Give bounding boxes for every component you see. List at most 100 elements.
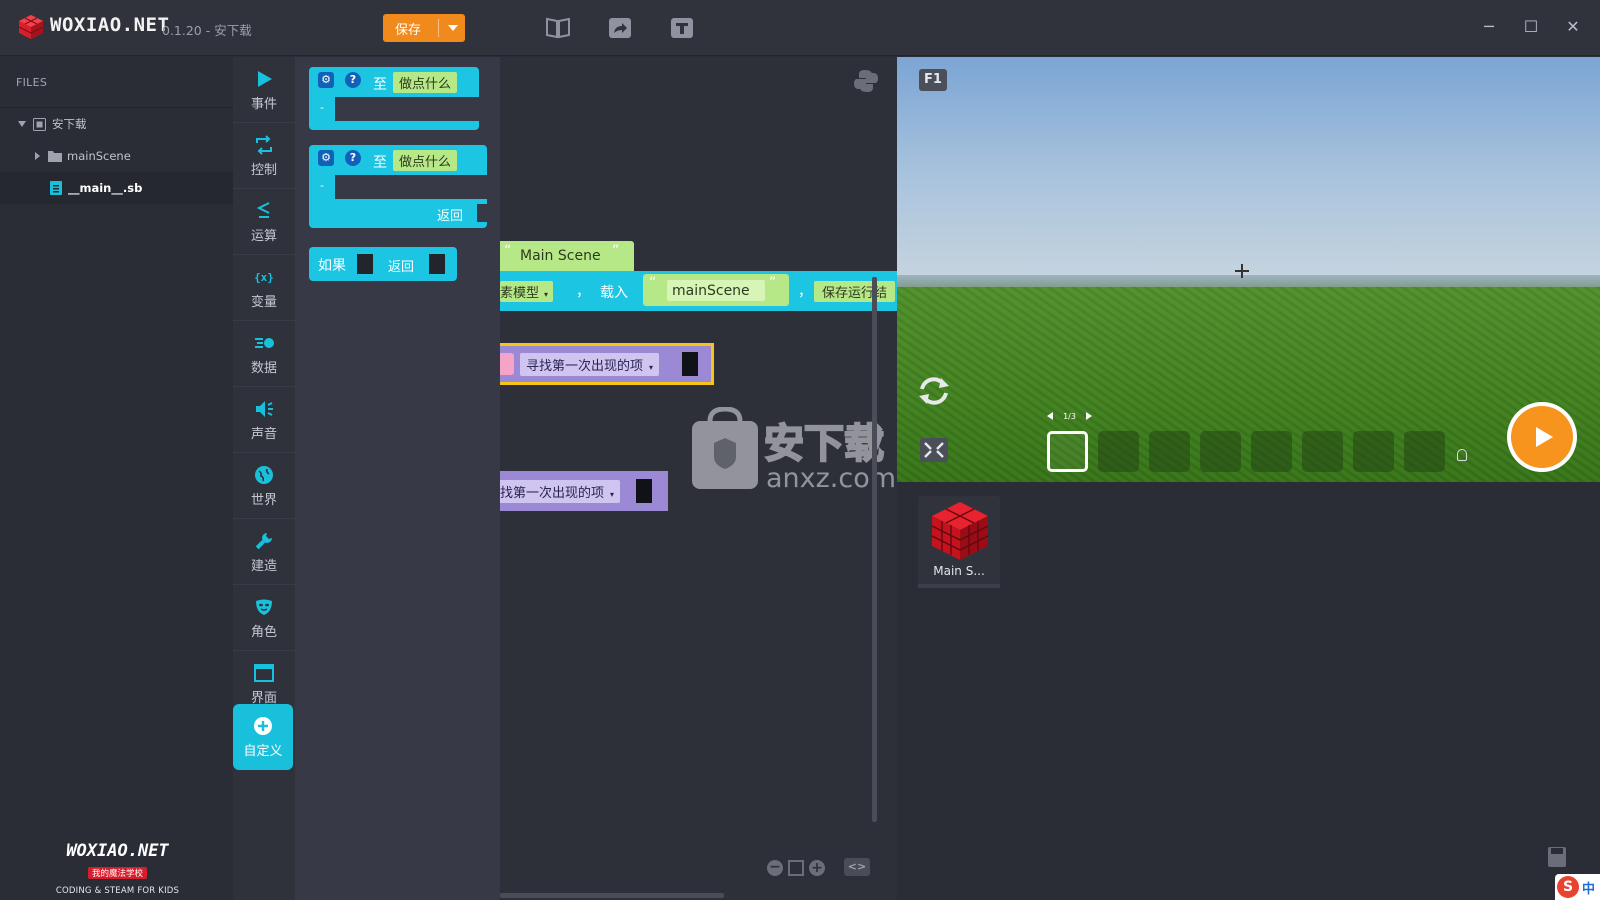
hotbar-slot[interactable] xyxy=(1302,431,1343,472)
tree-item-project[interactable]: 安下载 xyxy=(0,108,233,140)
hotbar-slot[interactable] xyxy=(1098,431,1139,472)
watermark-logo: 安下载 anxz.com xyxy=(692,407,896,494)
share-icon[interactable] xyxy=(607,16,633,40)
category-data[interactable]: 数据 xyxy=(233,321,295,387)
help-icon[interactable]: ? xyxy=(345,72,361,88)
hotbar-slot[interactable] xyxy=(1353,431,1394,472)
close-quote-icon: ” xyxy=(612,243,620,259)
speaker-icon xyxy=(256,400,273,417)
category-control[interactable]: 控制 xyxy=(233,123,295,189)
minimize-button[interactable]: ─ xyxy=(1478,16,1500,38)
asset-item[interactable]: Main S... xyxy=(918,496,1000,588)
hotbar-slot[interactable] xyxy=(1251,431,1292,472)
comma-label: ， xyxy=(798,284,812,300)
category-sound[interactable]: 声音 xyxy=(233,387,295,453)
prev-page-icon[interactable] xyxy=(1047,412,1053,420)
tree-label: 安下载 xyxy=(52,117,87,131)
block-if-label: 如果 xyxy=(318,258,346,274)
save-button-label: 保存 xyxy=(395,22,422,38)
block-to-label: 至 xyxy=(373,155,387,171)
hand-icon[interactable] xyxy=(1457,449,1467,461)
find-first-dropdown[interactable]: 找第一次出现的项 ▾ xyxy=(500,480,621,503)
collapse-arrow-icon[interactable] xyxy=(35,152,40,160)
value-slot[interactable] xyxy=(429,254,445,274)
horizontal-scrollbar[interactable] xyxy=(500,893,724,898)
code-view-icon[interactable]: <> xyxy=(844,858,870,876)
category-events[interactable]: 事件 xyxy=(233,57,295,123)
hotbar-slot[interactable] xyxy=(1047,431,1088,472)
define-procedure-block[interactable]: ⚙ ? 至 做点什么 - xyxy=(309,67,479,130)
value-slot[interactable] xyxy=(636,479,652,503)
scene-name-string[interactable]: “ mainScene ” xyxy=(643,274,789,306)
save-result-field[interactable]: 保存运行结 xyxy=(814,281,896,302)
close-button[interactable]: ✕ xyxy=(1562,16,1584,38)
ime-indicator[interactable]: S 中 xyxy=(1555,874,1600,900)
category-build[interactable]: 建造 xyxy=(233,519,295,585)
hotbar-slot[interactable] xyxy=(1404,431,1445,472)
gear-icon[interactable]: ⚙ xyxy=(318,72,334,88)
file-icon xyxy=(50,181,62,195)
find-first-label: 寻找第一次出现的项 xyxy=(526,359,644,374)
zoom-out-button[interactable]: − xyxy=(767,860,783,876)
load-scene-block[interactable]: 素模型 ▾ ， 载入 “ mainScene ” ， 保存运行结 xyxy=(500,271,897,311)
play-button[interactable] xyxy=(1507,402,1577,472)
expand-arrow-icon[interactable] xyxy=(18,121,26,127)
category-label: 控制 xyxy=(250,162,277,178)
grass-ground xyxy=(897,287,1600,482)
refresh-icon[interactable] xyxy=(917,375,951,407)
tree-item-main-sb[interactable]: __main__.sb xyxy=(0,172,233,204)
category-label: 建造 xyxy=(250,558,277,574)
code-workspace[interactable]: “ Main Scene ” 素模型 ▾ ， 载入 “ mainScene ” ，… xyxy=(500,57,897,900)
category-operators[interactable]: 运算 xyxy=(233,189,295,255)
block-return-label: 返回 xyxy=(437,209,464,224)
play-icon xyxy=(1536,427,1553,447)
define-procedure-return-block[interactable]: ⚙ ? 至 做点什么 - 返回 xyxy=(309,145,487,228)
if-return-block[interactable]: 如果 返回 xyxy=(309,247,457,281)
hotbar-page-indicator[interactable]: 1/3 xyxy=(1047,409,1092,423)
maximize-button[interactable]: ☐ xyxy=(1520,16,1542,38)
f1-badge[interactable]: F1 xyxy=(919,69,947,91)
page-indicator-text: 1/3 xyxy=(1063,411,1076,421)
text-icon[interactable] xyxy=(669,16,695,40)
find-first-block[interactable]: 找第一次出现的项 ▾ xyxy=(500,471,668,511)
next-page-icon[interactable] xyxy=(1086,412,1092,420)
category-label: 变量 xyxy=(250,294,277,310)
find-first-dropdown[interactable]: 寻找第一次出现的项 ▾ xyxy=(520,353,660,376)
save-dropdown-icon[interactable] xyxy=(448,25,458,31)
list-slot[interactable] xyxy=(500,353,514,375)
category-label: 世界 xyxy=(250,492,277,508)
value-slot[interactable] xyxy=(682,352,698,376)
category-custom[interactable]: 自定义 xyxy=(233,704,293,770)
scene-preview[interactable]: F1 1/3 xyxy=(897,57,1600,482)
find-first-block-selected[interactable]: 寻找第一次出现的项 ▾ xyxy=(500,343,714,385)
python-icon[interactable] xyxy=(853,69,879,93)
model-dropdown[interactable]: 素模型 ▾ xyxy=(500,281,554,302)
category-variables[interactable]: {x} 变量 xyxy=(233,255,295,321)
procedure-name-field[interactable]: 做点什么 xyxy=(393,72,458,93)
ime-mode: 中 xyxy=(1582,881,1596,897)
category-character[interactable]: 角色 xyxy=(233,585,295,651)
category-label: 自定义 xyxy=(243,744,283,759)
hotbar-slot[interactable] xyxy=(1200,431,1241,472)
gear-icon[interactable]: ⚙ xyxy=(318,150,334,166)
tree-item-mainscene[interactable]: mainScene xyxy=(0,140,233,172)
help-icon[interactable]: ? xyxy=(345,150,361,166)
zoom-reset-button[interactable] xyxy=(788,860,804,876)
fullscreen-icon[interactable] xyxy=(919,437,949,463)
save-button[interactable]: 保存 xyxy=(383,14,465,42)
category-world[interactable]: 世界 xyxy=(233,453,295,519)
app-brand: WOXIAO.NET xyxy=(50,14,170,36)
tree-label: mainScene xyxy=(67,149,131,163)
play-icon xyxy=(258,70,272,87)
zoom-in-button[interactable]: + xyxy=(809,860,825,876)
vertical-scrollbar[interactable] xyxy=(872,277,877,822)
footer-tagline: CODING & STEAM FOR KIDS xyxy=(55,886,180,896)
hotbar-slot[interactable] xyxy=(1149,431,1190,472)
procedure-name-field[interactable]: 做点什么 xyxy=(393,150,458,171)
save-disk-icon[interactable] xyxy=(1547,846,1567,868)
svg-text:安下载: 安下载 xyxy=(764,421,884,467)
scene-string-block[interactable]: “ Main Scene ” xyxy=(500,241,634,271)
footer-badge: 我的魔法学校 xyxy=(87,867,147,879)
book-icon[interactable] xyxy=(545,16,571,40)
condition-slot[interactable] xyxy=(357,254,373,274)
